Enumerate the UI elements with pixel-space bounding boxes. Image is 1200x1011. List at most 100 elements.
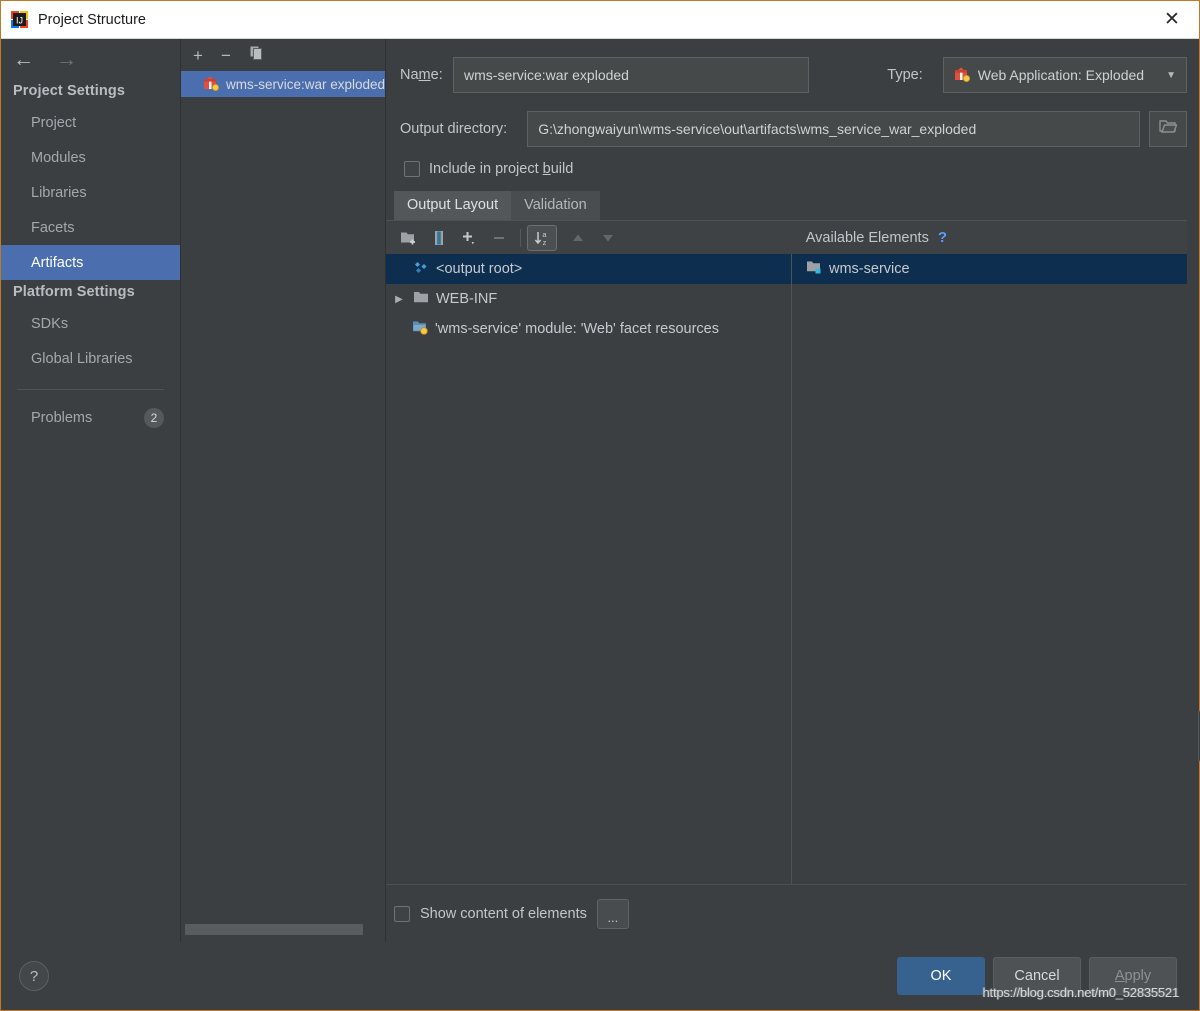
- artifacts-list[interactable]: wms-service:war exploded: [181, 71, 385, 920]
- output-directory-value: G:\zhongwaiyun\wms-service\out\artifacts…: [538, 121, 977, 137]
- tree-row-label: WEB-INF: [436, 291, 498, 307]
- artifact-detail-panel: Name: wms-service:war exploded Type: Web…: [386, 39, 1200, 942]
- sidebar-item-artifacts[interactable]: Artifacts: [1, 245, 180, 280]
- tree-row-label: wms-service: [829, 261, 910, 277]
- navigation-row: ← →: [1, 39, 180, 79]
- sort-alphabetical-icon[interactable]: a z: [527, 224, 557, 251]
- chevron-down-icon: ▼: [1166, 69, 1176, 81]
- ok-button[interactable]: OK: [897, 957, 985, 995]
- sidebar-item-label: Facets: [31, 219, 75, 236]
- include-in-project-build-checkbox[interactable]: [404, 161, 420, 177]
- back-arrow-icon[interactable]: ←: [13, 49, 34, 70]
- dialog-footer: ? OK Cancel Apply https://blog.csdn.net/…: [1, 942, 1199, 1010]
- module-icon: [806, 259, 822, 279]
- sidebar-item-global-libraries[interactable]: Global Libraries: [1, 341, 180, 376]
- artifacts-list-panel: + − wms-service:war exploded: [181, 39, 386, 942]
- artifacts-list-hscrollbar[interactable]: [181, 920, 385, 942]
- sidebar-item-sdks[interactable]: SDKs: [1, 306, 180, 341]
- browse-output-directory-button[interactable]: [1149, 111, 1187, 147]
- folder-open-icon: [1159, 119, 1178, 139]
- sidebar-item-label: Modules: [31, 149, 86, 166]
- output-directory-input[interactable]: G:\zhongwaiyun\wms-service\out\artifacts…: [527, 111, 1140, 147]
- sidebar-divider: [17, 389, 164, 390]
- tree-row-web-facet-resources[interactable]: 'wms-service' module: 'Web' facet resour…: [386, 314, 791, 344]
- tab-label: Validation: [524, 197, 587, 213]
- window-title: Project Structure: [38, 11, 146, 28]
- show-content-options-button[interactable]: ...: [596, 898, 629, 929]
- sidebar-item-label: Libraries: [31, 184, 87, 201]
- sidebar-item-libraries[interactable]: Libraries: [1, 175, 180, 210]
- help-button[interactable]: ?: [19, 961, 49, 991]
- name-label: Name:: [400, 67, 443, 83]
- tab-validation[interactable]: Validation: [511, 191, 600, 220]
- layout-trees: <output root> ▶ WEB-INF 'wms-service' mo…: [386, 254, 1187, 884]
- tree-row-label: <output root>: [436, 261, 523, 277]
- name-input[interactable]: wms-service:war exploded: [453, 57, 810, 93]
- type-dropdown-value: Web Application: Exploded: [977, 67, 1145, 83]
- settings-sidebar: ← → Project Settings Project Modules Lib…: [1, 39, 181, 942]
- artifacts-list-toolbar: + −: [181, 39, 385, 71]
- ok-button-label: OK: [930, 968, 952, 984]
- dialog-buttons: OK Cancel Apply: [897, 957, 1177, 995]
- include-in-project-build-label: Include in project build: [429, 161, 574, 177]
- web-facet-resources-icon: [412, 319, 428, 339]
- tree-row-web-inf[interactable]: ▶ WEB-INF: [386, 284, 791, 314]
- apply-button-label: Apply: [1114, 968, 1152, 984]
- name-input-value: wms-service:war exploded: [464, 67, 629, 83]
- new-archive-icon[interactable]: [424, 225, 454, 251]
- list-item[interactable]: wms-service:war exploded: [181, 71, 385, 97]
- sidebar-item-facets[interactable]: Facets: [1, 210, 180, 245]
- type-dropdown[interactable]: Web Application: Exploded ▼: [942, 57, 1187, 93]
- intellij-idea-icon: IJ: [11, 10, 29, 29]
- tree-row-label: 'wms-service' module: 'Web' facet resour…: [435, 321, 719, 337]
- close-icon[interactable]: ✕: [1155, 5, 1189, 35]
- sidebar-item-label: Problems: [31, 409, 93, 426]
- help-icon[interactable]: ?: [938, 229, 947, 246]
- arrow-down-icon: [593, 225, 623, 251]
- available-elements-label: Available Elements: [805, 229, 929, 246]
- output-layout-toolbar: a z Available Elements ?: [386, 220, 1187, 254]
- add-element-button[interactable]: [454, 225, 484, 251]
- chevron-right-icon[interactable]: ▶: [392, 294, 406, 305]
- sidebar-item-label: Artifacts: [31, 254, 84, 271]
- sidebar-item-modules[interactable]: Modules: [1, 140, 180, 175]
- list-item-label: wms-service:war exploded: [226, 76, 385, 92]
- svg-text:IJ: IJ: [16, 15, 23, 25]
- artifact-war-icon: [203, 75, 220, 94]
- cancel-button-label: Cancel: [1014, 968, 1060, 984]
- sidebar-item-problems[interactable]: Problems 2: [1, 400, 180, 435]
- sidebar-item-label: Project: [31, 114, 77, 131]
- forward-arrow-icon[interactable]: →: [56, 49, 77, 70]
- tree-row-available-wms-service[interactable]: wms-service: [792, 254, 1187, 284]
- dialog-body: ← → Project Settings Project Modules Lib…: [1, 39, 1200, 942]
- sidebar-item-label: Global Libraries: [31, 350, 133, 367]
- problems-count-badge: 2: [144, 407, 164, 428]
- output-layout-tree[interactable]: <output root> ▶ WEB-INF 'wms-service' mo…: [386, 254, 791, 884]
- sidebar-item-project[interactable]: Project: [1, 105, 180, 140]
- show-content-label: Show content of elements: [420, 905, 587, 922]
- available-elements-header: Available Elements ?: [806, 229, 1187, 246]
- sidebar-item-label: SDKs: [31, 315, 69, 332]
- title-bar: IJ Project Structure ✕: [1, 1, 1199, 39]
- tree-row-output-root[interactable]: <output root>: [386, 254, 791, 284]
- available-elements-tree[interactable]: wms-service: [791, 254, 1187, 884]
- output-root-icon: [413, 259, 429, 279]
- apply-button[interactable]: Apply: [1089, 957, 1177, 995]
- artifact-war-icon: [954, 66, 970, 85]
- show-content-row: Show content of elements ...: [386, 884, 1187, 942]
- include-in-project-build-row[interactable]: Include in project build: [386, 147, 1187, 177]
- tab-output-layout[interactable]: Output Layout: [394, 191, 512, 220]
- add-artifact-button[interactable]: +: [193, 47, 203, 64]
- remove-artifact-button[interactable]: −: [221, 47, 231, 64]
- show-content-checkbox[interactable]: [394, 905, 410, 922]
- remove-element-button: [484, 225, 514, 251]
- sidebar-group-platform-settings: Platform Settings: [13, 284, 135, 300]
- new-folder-icon[interactable]: [394, 225, 424, 251]
- copy-artifact-icon[interactable]: [249, 45, 265, 66]
- name-row: Name: wms-service:war exploded Type: Web…: [386, 39, 1187, 93]
- scrollbar-thumb[interactable]: [185, 924, 363, 935]
- output-directory-label: Output directory:: [400, 121, 508, 137]
- cancel-button[interactable]: Cancel: [993, 957, 1081, 995]
- arrow-up-icon: [563, 225, 593, 251]
- project-structure-dialog: IJ Project Structure ✕ ← → Project Setti…: [0, 0, 1200, 1011]
